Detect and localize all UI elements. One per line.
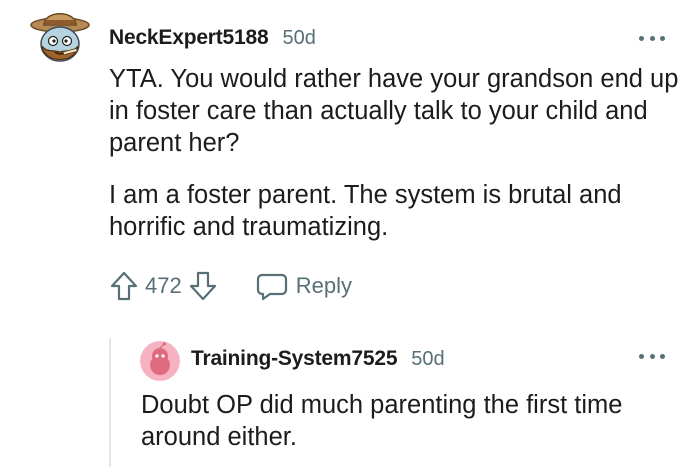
reply-icon xyxy=(256,273,287,301)
comment-thread: NeckExpert5188 50d YTA. You would rather… xyxy=(0,0,700,467)
vote-score: 472 xyxy=(145,273,182,298)
snoo-default-avatar-icon xyxy=(140,341,180,381)
comment-more-options-button[interactable] xyxy=(639,28,665,48)
reply-button[interactable]: Reply xyxy=(256,271,352,301)
reply-author-avatar[interactable] xyxy=(140,341,180,381)
more-icon xyxy=(639,353,644,359)
comment-meta: NeckExpert5188 50d xyxy=(109,26,316,50)
snoo-cowboy-avatar-icon xyxy=(30,13,90,62)
reply-timestamp: 50d xyxy=(411,348,445,370)
more-icon xyxy=(639,35,644,41)
upvote-icon[interactable] xyxy=(109,270,139,302)
comment-author-avatar[interactable] xyxy=(30,6,90,68)
downvote-icon[interactable] xyxy=(188,270,218,302)
thread-line[interactable] xyxy=(109,338,111,467)
comment-action-bar: 472 Reply xyxy=(109,268,352,304)
reply-meta: Training-System7525 50d xyxy=(191,347,445,371)
reply-text: Doubt OP did much parenting the first ti… xyxy=(141,391,623,451)
comment-paragraph-2: I am a foster parent. The system is brut… xyxy=(109,181,622,241)
reply-more-options-button[interactable] xyxy=(639,346,665,366)
reply-label: Reply xyxy=(295,273,352,298)
comment-author-name[interactable]: NeckExpert5188 xyxy=(109,26,269,50)
comment-paragraph-1: YTA. You would rather have your grandson… xyxy=(109,65,679,157)
reply-author-name[interactable]: Training-System7525 xyxy=(191,347,397,371)
comment-timestamp: 50d xyxy=(282,27,316,49)
